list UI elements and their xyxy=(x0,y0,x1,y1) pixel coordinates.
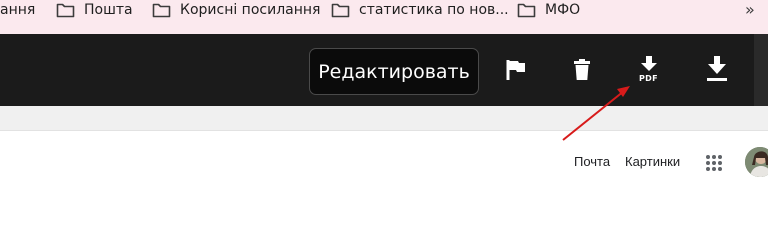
download-icon[interactable] xyxy=(706,56,728,82)
page-separator xyxy=(0,106,768,131)
flag-icon[interactable] xyxy=(506,59,526,81)
folder-icon xyxy=(517,3,536,18)
folder-icon xyxy=(331,3,350,18)
user-photo xyxy=(745,147,768,177)
toolbar-scroll-edge xyxy=(754,34,768,106)
bookmark-label: ання xyxy=(0,2,36,18)
bookmarks-bar: ання Пошта Корисні посилання статистика … xyxy=(0,0,768,34)
bookmark-mfo[interactable]: МФО xyxy=(517,0,580,20)
bookmark-label: Корисні посилання xyxy=(180,2,321,18)
folder-icon xyxy=(56,3,75,18)
avatar[interactable] xyxy=(745,147,768,177)
apps-grid-icon[interactable] xyxy=(705,154,723,172)
folder-icon xyxy=(152,3,171,18)
bookmark-label: МФО xyxy=(545,2,581,18)
extension-toolbar: Редактировать PDF xyxy=(0,34,768,106)
bookmark-item[interactable]: ання xyxy=(0,0,35,20)
trash-icon[interactable] xyxy=(573,59,591,81)
chevron-double-right-icon: » xyxy=(745,0,755,19)
images-link[interactable]: Картинки xyxy=(625,154,680,169)
bookmark-label: статистика по нов... xyxy=(359,2,509,18)
edit-button[interactable]: Редактировать xyxy=(309,48,479,95)
pdf-label: PDF xyxy=(639,74,658,83)
edit-button-label: Редактировать xyxy=(318,60,470,83)
bookmark-pochta[interactable]: Пошта xyxy=(56,0,133,20)
download-pdf-icon[interactable] xyxy=(640,56,658,72)
bookmark-useful-links[interactable]: Корисні посилання xyxy=(152,0,320,20)
more-bookmarks-button[interactable]: » xyxy=(745,0,755,19)
mail-link[interactable]: Почта xyxy=(574,154,610,169)
bookmark-statistics[interactable]: статистика по нов... xyxy=(331,0,509,20)
bookmark-label: Пошта xyxy=(84,2,133,18)
